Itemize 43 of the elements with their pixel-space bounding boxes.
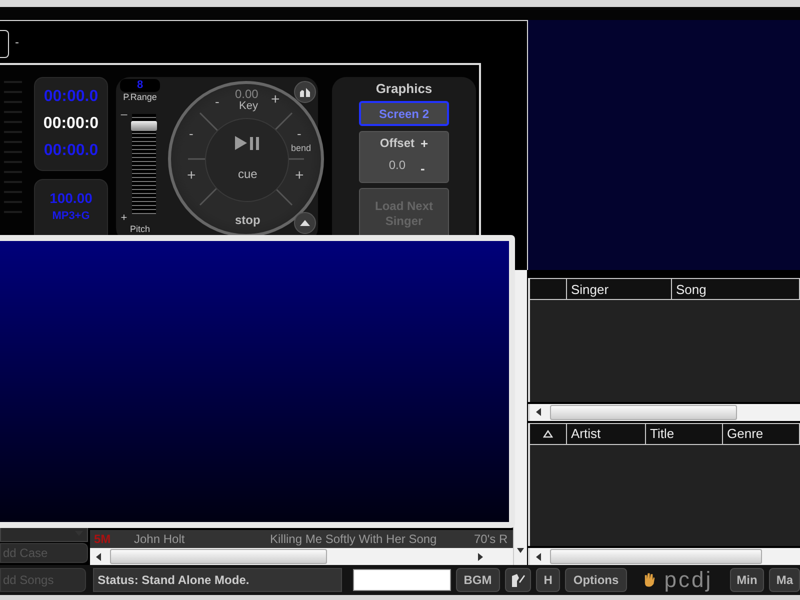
- pitch-plus-label: +: [120, 212, 128, 224]
- key-value[interactable]: 0.00: [235, 88, 258, 100]
- key-minus-button[interactable]: -: [215, 96, 220, 108]
- column-header[interactable]: Artist: [567, 424, 646, 444]
- deck-label: -: [15, 35, 19, 49]
- bend-minus-button[interactable]: -: [297, 128, 302, 140]
- bend-plus-button[interactable]: +: [295, 170, 304, 182]
- pitch-minus-label: _: [120, 104, 128, 116]
- time-readout: 00:00:0: [43, 115, 99, 133]
- column-header[interactable]: Title: [646, 424, 723, 444]
- table-cell-text: 70's R: [473, 532, 509, 546]
- column-header[interactable]: Genre: [723, 424, 800, 444]
- toolbar-button[interactable]: BGM: [456, 568, 500, 592]
- window-button[interactable]: Min: [730, 568, 764, 592]
- offset-label: Offset: [380, 136, 415, 150]
- status-field: Status: Stand Alone Mode.: [92, 568, 342, 592]
- bpm-readout: 100.00: [50, 190, 92, 206]
- offset-minus-button[interactable]: -: [420, 161, 428, 176]
- pitch-label: Pitch: [130, 224, 150, 234]
- column-header[interactable]: Song: [672, 279, 800, 299]
- stop-button[interactable]: stop: [235, 214, 260, 226]
- table-cell-text: John Holt: [133, 532, 186, 546]
- cue-button[interactable]: cue: [238, 168, 258, 180]
- app-logo: pcdj: [664, 567, 713, 593]
- format-label: MP3+G: [52, 210, 90, 222]
- offset-value: 0.0: [388, 158, 406, 172]
- graphics-title: Graphics: [376, 81, 432, 96]
- time-readout: 00:00.0: [44, 142, 98, 160]
- key-label[interactable]: Key: [239, 100, 258, 112]
- key-plus-button[interactable]: +: [271, 94, 280, 106]
- bend-minus-button[interactable]: -: [189, 128, 194, 140]
- toolbar-button[interactable]: H: [536, 568, 560, 592]
- song-row[interactable]: 5M John Holt Killing Me Softly With Her Song 70's R: [90, 530, 513, 548]
- table-cell-text: 5M: [93, 532, 112, 546]
- offset-plus-button[interactable]: +: [420, 136, 428, 151]
- window-button[interactable]: Ma: [769, 568, 800, 592]
- column-header[interactable]: Singer: [567, 279, 672, 299]
- table-cell-text: Killing Me Softly With Her Song: [269, 532, 438, 546]
- bend-label[interactable]: bend: [291, 142, 312, 154]
- bend-plus-button[interactable]: +: [187, 170, 196, 182]
- toolbar-button[interactable]: Options: [565, 568, 627, 592]
- time-readout: 00:00.0: [44, 88, 98, 106]
- pitch-range-label: P.Range: [123, 92, 157, 102]
